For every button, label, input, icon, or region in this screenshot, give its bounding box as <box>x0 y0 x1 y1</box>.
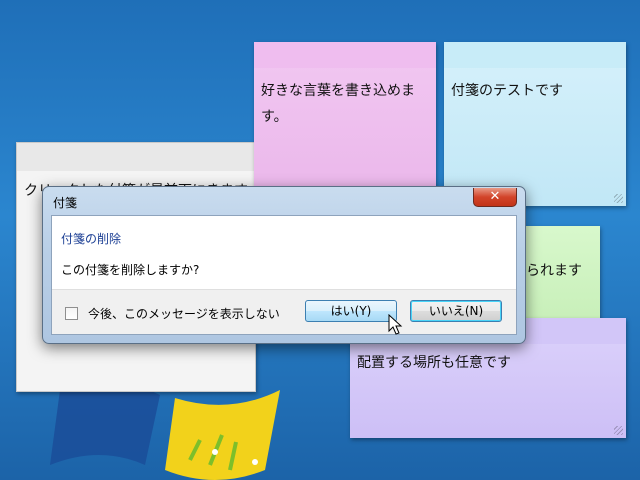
dialog-heading: 付箋の削除 <box>61 232 122 246</box>
note-text[interactable]: 好きな言葉を書き込めます。 <box>261 78 430 130</box>
resize-grip-icon[interactable] <box>614 426 623 435</box>
no-button[interactable]: いいえ(N) <box>410 300 502 322</box>
yes-button[interactable]: はい(Y) <box>305 300 397 322</box>
sticky-note-blue[interactable]: 付箋のテストです <box>444 42 626 206</box>
note-title-bar[interactable] <box>254 42 436 68</box>
mouse-pointer-icon <box>388 314 403 335</box>
delete-note-dialog: 付箋 ✕ 付箋の削除 この付箋を削除しますか? 今後、このメッセージを表示しない… <box>42 186 526 344</box>
dont-show-again-checkbox[interactable] <box>65 307 78 320</box>
resize-grip-icon[interactable] <box>614 194 623 203</box>
note-text[interactable]: 付箋のテストです <box>451 78 620 104</box>
note-text[interactable]: 配置する場所も任意です <box>357 350 620 376</box>
sticky-note-pink[interactable]: 好きな言葉を書き込めます。 <box>254 42 436 206</box>
dialog-body: 付箋の削除 この付箋を削除しますか? 今後、このメッセージを表示しない はい(Y… <box>51 215 517 335</box>
dialog-title: 付箋 <box>53 196 78 210</box>
note-title-bar[interactable] <box>17 143 255 171</box>
note-title-bar[interactable] <box>444 42 626 68</box>
dont-show-again-label[interactable]: 今後、このメッセージを表示しない <box>88 305 280 322</box>
close-button[interactable]: ✕ <box>473 188 517 207</box>
desktop: クリックした付箋が最前面にきます 好きな言葉を書き込めます。 付箋のテストです … <box>0 0 640 480</box>
dialog-footer: 今後、このメッセージを表示しない はい(Y) いいえ(N) <box>52 289 516 334</box>
dialog-message: この付箋を削除しますか? <box>61 263 200 277</box>
